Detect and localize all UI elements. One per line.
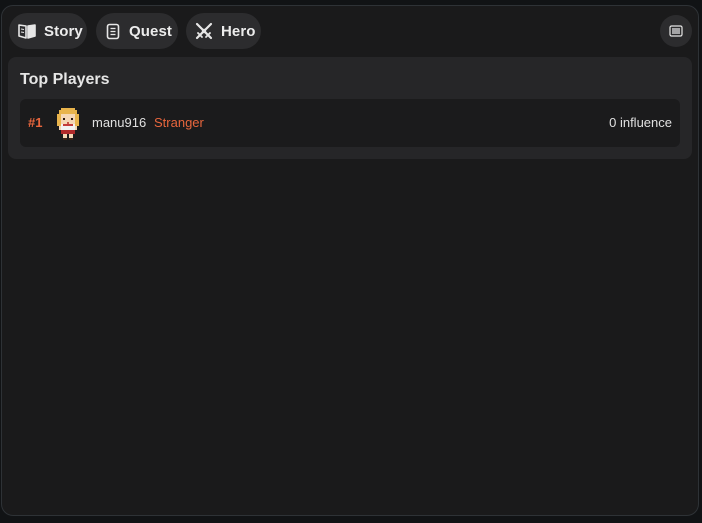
leaderboard-title: Top Players	[20, 71, 110, 88]
hamburger-menu-icon	[669, 25, 683, 37]
tab-hero[interactable]: Hero	[186, 13, 261, 49]
leaderboard-row[interactable]: #1 manu916 Stranger 0 influence	[20, 99, 680, 147]
tab-hero-label: Hero	[221, 22, 256, 40]
leaderboard-panel: Top Players #1 manu916 Stranger 0 influe…	[8, 57, 692, 159]
tab-quest[interactable]: Quest	[96, 13, 178, 49]
player-name: manu916	[92, 115, 147, 130]
player-rank: #1	[28, 115, 43, 130]
player-title-badge: Stranger	[154, 115, 204, 130]
game-window: Story Quest Hero Top Players #1 manu916 …	[1, 5, 699, 516]
player-avatar	[55, 106, 81, 140]
top-nav-bar: Story Quest Hero	[8, 13, 692, 49]
book-icon	[18, 22, 36, 40]
crossed-swords-icon	[195, 22, 213, 40]
tab-story[interactable]: Story	[9, 13, 87, 49]
tab-story-label: Story	[44, 22, 83, 40]
tab-quest-label: Quest	[129, 22, 173, 40]
menu-button[interactable]	[660, 15, 692, 47]
player-influence: 0 influence	[609, 115, 672, 130]
scroll-icon	[105, 22, 121, 40]
